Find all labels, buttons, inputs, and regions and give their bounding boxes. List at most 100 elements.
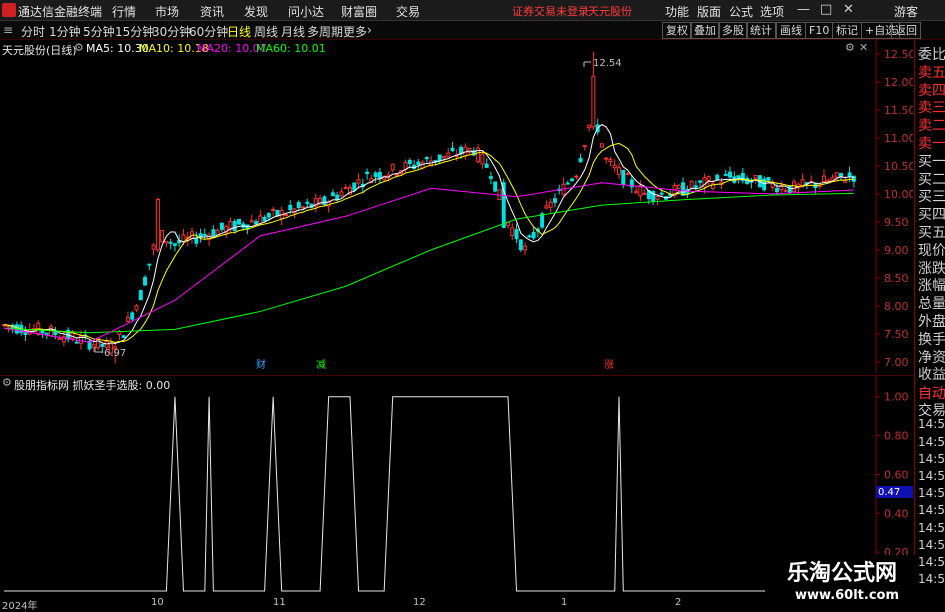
candle-body [352,182,357,191]
menu-item-market[interactable]: 市场 [155,3,179,20]
candle-body [322,196,327,205]
low-price-label: 6.97 [104,348,126,359]
toolbar-mark[interactable]: 标记 [832,22,862,39]
menu-icon[interactable]: ≡ [3,23,13,37]
candle-body [134,305,139,311]
candle-body [591,75,596,128]
watermark-title: 乐淘公式网 [787,561,898,586]
candle-body [608,158,613,163]
menu-item-trade[interactable]: 交易 [396,3,420,20]
chevron-right-icon[interactable]: › [367,23,372,37]
period-weekly[interactable]: 周线 [254,23,278,40]
candle-body [232,220,237,232]
settings-icon[interactable]: ⚙ [2,376,12,389]
menu-item-formula[interactable]: 公式 [729,3,753,20]
period-15min[interactable]: 15分钟 [115,23,154,40]
menu-item-news[interactable]: 资讯 [200,3,224,20]
candle-body [570,178,575,182]
close-chart-icon[interactable]: ✕ [859,41,868,54]
period-5min[interactable]: 5分钟 [83,23,115,40]
toolbar-overlay[interactable]: 叠加 [690,22,720,39]
price-tick-label: 12.00 [884,76,913,89]
toolbar-draw[interactable]: 画线 [776,22,806,39]
menu-item-layout[interactable]: 版面 [697,3,721,20]
candle-body [544,205,549,209]
candle-body [467,147,472,153]
login-status[interactable]: 证券交易未登录 [512,3,589,19]
x-axis-label: 10 [151,597,164,608]
candle-body [121,335,126,338]
period-daily[interactable]: 日线 [227,23,251,40]
period-multi[interactable]: 多周期 [307,23,343,40]
close-icon[interactable]: ✕ [843,2,854,17]
candle-body [723,173,728,176]
candlestick-chart[interactable]: 12.50 12.00 11.50 11.00 10.50 10.00 9.50 9.00 8.… [0,40,916,373]
candle-body [416,161,421,166]
candle-body [138,290,143,301]
candle-body [698,180,703,183]
price-tick-label: 7.00 [884,356,909,369]
candle-body [305,201,310,204]
candle-body [194,237,199,244]
period-monthly[interactable]: 月线 [281,23,305,40]
app-title: 通达信金融终端 [18,5,103,19]
candle-body [266,213,271,218]
candle-body [676,184,681,189]
toolbar-stats[interactable]: 统计 [746,22,776,39]
menu-item-quotes[interactable]: 行情 [112,3,136,20]
candle-body [527,235,532,238]
toolbar-restore-rights[interactable]: 复权 [662,22,692,39]
candle-body [100,343,105,347]
candle-body [843,179,848,183]
candle-body [634,190,639,194]
candle-body [301,206,306,209]
menu-item-ask[interactable]: 问小达 [288,3,324,20]
high-annotation: 12.54 [583,58,622,69]
toolbar-f10[interactable]: F10 [805,22,834,39]
candle-body [275,209,280,217]
minimize-icon[interactable]: — [797,2,810,17]
menu-item-discover[interactable]: 发现 [244,3,268,20]
x-axis-label: 1 [561,597,568,608]
candle-body [211,229,216,238]
settings-icon[interactable]: ⚙ [74,41,84,54]
period-toolbar: ≡ 分时 1分钟 5分钟 15分钟 30分钟 60分钟 日线 周线 月线 多周期… [0,21,945,40]
candle-body [44,332,49,335]
user-label[interactable]: 游客 [894,3,918,20]
ma-lines [4,123,854,345]
low-annotation: 6.97 [94,347,126,359]
toolbar-back[interactable]: 返回 [891,22,921,39]
menu-item-options[interactable]: 选项 [760,3,784,20]
menu-item-wealth[interactable]: 财富圈 [341,3,377,20]
candle-body [236,218,241,225]
trade-record-item: 14:56 [918,520,945,535]
period-more[interactable]: 更多 [343,23,367,40]
candle-body [834,172,839,178]
menu-item-function[interactable]: 功能 [665,3,689,20]
maximize-icon[interactable]: □ [820,2,832,17]
price-tick-label: 11.50 [884,104,913,117]
main-chart-panel[interactable]: 12.50 12.00 11.50 11.00 10.50 10.00 9.50 9.00 8.… [0,40,916,373]
candle-body [249,220,254,223]
candle-body [130,312,135,320]
period-intraday[interactable]: 分时 [21,23,45,40]
ma60-label: MA60: 10.01 [256,42,326,55]
menu-bar: 通达信金融终端 行情 市场 资讯 发现 问小达 财富圈 交易 证券交易未登录 天… [0,0,945,21]
period-60min[interactable]: 60分钟 [189,23,228,40]
period-30min[interactable]: 30分钟 [152,23,191,40]
candle-body [288,204,293,211]
gear-icon[interactable]: ⚙ [845,41,855,54]
candle-body [839,172,844,178]
candle-body [766,177,771,181]
indicator-axis: 1.000.800.600.400.20 [876,391,909,559]
price-tick-label: 9.50 [884,216,909,229]
candle-body [335,194,340,201]
candle-body [424,157,429,160]
candle-body [164,240,169,244]
toolbar-multi-stock[interactable]: 多股 [718,22,748,39]
trade-record-item: 14:56 [918,572,945,587]
candle-body [599,143,604,148]
candle-body [518,239,523,251]
period-1min[interactable]: 1分钟 [49,23,81,40]
candle-body [681,182,686,196]
